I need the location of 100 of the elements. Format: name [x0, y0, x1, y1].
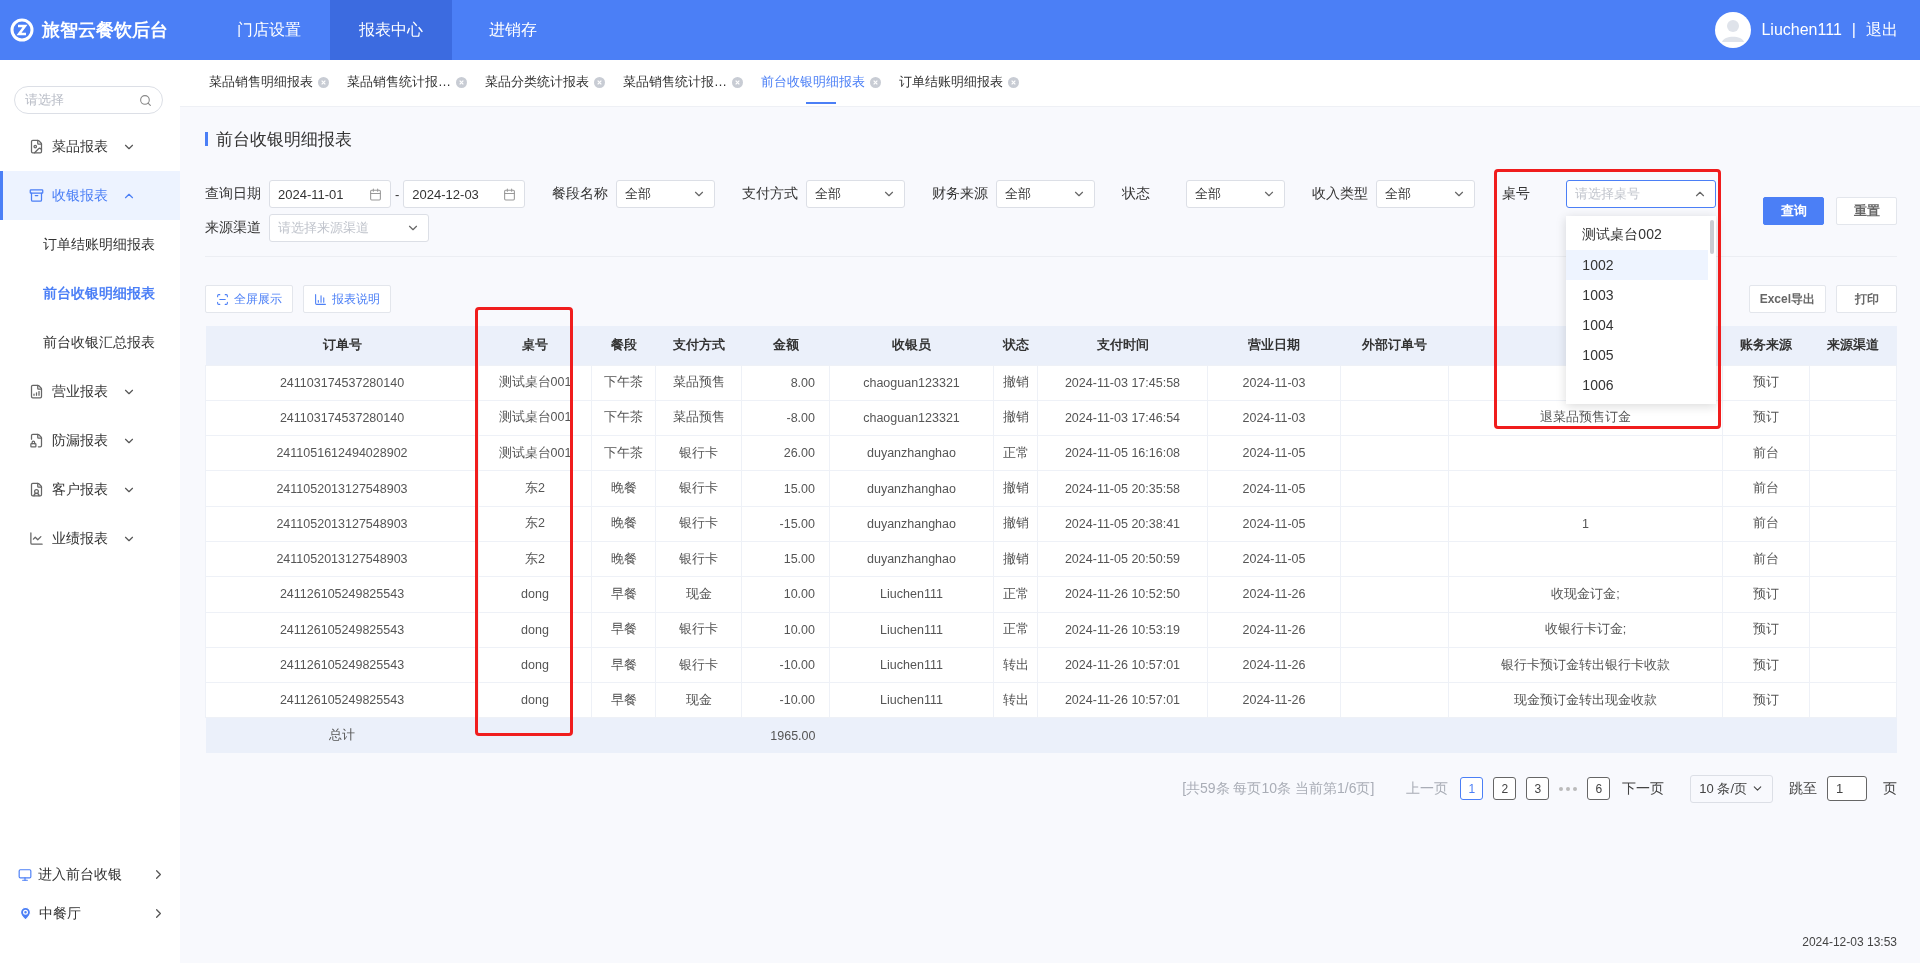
column-header: 金额 [741, 326, 830, 365]
page-button[interactable]: 6 [1587, 777, 1611, 801]
table-cell: 2024-11-26 10:57:01 [1037, 682, 1208, 718]
table-cell: 前台 [1722, 435, 1810, 471]
table-cell: 2024-11-26 10:53:19 [1037, 612, 1208, 648]
sidebar-item[interactable]: 业绩报表 [0, 514, 180, 563]
query-button[interactable]: 查询 [1763, 197, 1824, 225]
column-header: 外部订单号 [1340, 326, 1449, 365]
scan-icon [216, 292, 229, 306]
table-cell: Liuchen111 [829, 647, 994, 683]
table-cell: 现金预订金转出现金收款 [1448, 682, 1723, 718]
filter-label: 桌号 [1502, 185, 1532, 203]
table-cell: 预订 [1722, 612, 1810, 648]
table-cell: 26.00 [741, 435, 830, 471]
table-cell: 预订 [1722, 400, 1810, 436]
table-cell: 预订 [1722, 365, 1810, 401]
table-cell: 撤销 [993, 470, 1038, 507]
logout-link[interactable]: 退出 [1866, 19, 1898, 41]
sidebar-link[interactable]: 进入前台收银 [0, 855, 180, 894]
close-icon[interactable] [318, 76, 329, 88]
sidebar-item[interactable]: 客户报表 [0, 465, 180, 514]
sidebar-item[interactable]: 营业报表 [0, 367, 180, 416]
table-cell: 银行卡 [655, 612, 742, 648]
table-cell: 前台 [1722, 506, 1810, 542]
table-cell: 银行卡 [655, 647, 742, 683]
page-tab[interactable]: 前台收银明细报表 [761, 60, 881, 106]
close-icon[interactable] [594, 76, 605, 88]
select-field[interactable]: 全部 [996, 180, 1096, 208]
table-cell: 2024-11-26 10:52:50 [1037, 576, 1208, 613]
table-cell: 1 [1448, 506, 1723, 542]
sidebar-subitem[interactable]: 订单结账明细报表 [0, 220, 180, 269]
table-cell: 2024-11-05 16:16:08 [1037, 435, 1208, 471]
report-info-button[interactable]: 报表说明 [303, 285, 391, 313]
print-button[interactable]: 打印 [1836, 285, 1897, 313]
table-cell: 2411052013127548903 [205, 541, 479, 577]
fullscreen-button[interactable]: 全屏展示 [205, 285, 293, 313]
page-tab[interactable]: 菜品销售统计报… [347, 60, 467, 106]
page-input[interactable]: 1 [1827, 776, 1867, 802]
column-header: 桌号 [478, 326, 592, 365]
close-icon[interactable] [870, 76, 881, 88]
reset-button[interactable]: 重置 [1836, 197, 1897, 225]
page-button[interactable]: 1 [1460, 777, 1484, 801]
table-cell: 2024-11-26 [1207, 647, 1341, 683]
table-cell: 早餐 [591, 576, 656, 613]
select-field[interactable]: 全部 [806, 180, 906, 208]
jump-label: 跳至 [1789, 779, 1817, 798]
start-date-field[interactable]: 2024-11-01 [269, 180, 391, 208]
column-header: 餐段 [591, 326, 656, 365]
page-tab[interactable]: 菜品销售统计报… [623, 60, 743, 106]
export-button[interactable]: Excel导出 [1748, 285, 1826, 313]
page-button[interactable]: 2 [1493, 777, 1517, 801]
sidebar-subitem[interactable]: 前台收银明细报表 [0, 269, 180, 318]
table-cell: 下午茶 [591, 365, 656, 401]
table-cell: 预订 [1722, 576, 1810, 613]
dropdown-option[interactable]: 1002 [1566, 250, 1709, 280]
sidebar-item[interactable]: 菜品报表 [0, 122, 180, 171]
sidebar-subitem[interactable]: 前台收银汇总报表 [0, 318, 180, 367]
page-button[interactable]: 3 [1526, 777, 1550, 801]
page-tab[interactable]: 菜品分类统计报表 [485, 60, 605, 106]
table-cell: chaoguan123321 [829, 400, 994, 436]
close-icon[interactable] [732, 76, 743, 88]
end-date-field[interactable]: 2024-12-03 [403, 180, 526, 208]
avatar[interactable] [1715, 12, 1752, 48]
select-field[interactable]: 全部 [1376, 180, 1476, 208]
table-cell: 晚餐 [591, 541, 656, 577]
calendar-icon [369, 187, 382, 201]
table-cell: duyanzhanghao [829, 541, 994, 577]
table-cell: 241126105249825543 [205, 647, 479, 683]
close-icon[interactable] [456, 76, 467, 88]
page-tab[interactable]: 菜品销售明细报表 [209, 60, 329, 106]
chart-file-icon [29, 384, 44, 399]
user-name: Liuchen111 [1761, 21, 1842, 39]
close-icon[interactable] [1008, 76, 1019, 88]
page-tab[interactable]: 订单结账明细报表 [899, 60, 1019, 106]
scrollbar-thumb[interactable] [1710, 220, 1715, 254]
table-cell: Liuchen111 [829, 576, 994, 613]
table-cell: 正常 [993, 435, 1038, 471]
nav-tab[interactable]: 进销存 [452, 0, 574, 60]
page-size-select[interactable]: 10 条/页 [1690, 774, 1773, 803]
nav-tab[interactable]: 报表中心 [330, 0, 452, 60]
sidebar-item[interactable]: 防漏报表 [0, 416, 180, 465]
filter-label: 支付方式 [742, 185, 800, 203]
table-cell: 2024-11-05 20:50:59 [1037, 541, 1208, 577]
user-file-icon [29, 482, 44, 497]
box-icon [29, 188, 44, 203]
table-cell: 正常 [993, 612, 1038, 648]
sidebar-link[interactable]: 中餐厅 [0, 894, 180, 933]
next-page-link[interactable]: 下一页 [1622, 779, 1665, 798]
table-cell: 2411052013127548903 [205, 506, 479, 542]
table-cell: 2024-11-03 [1207, 400, 1341, 436]
column-header: 支付方式 [655, 326, 742, 365]
ellipsis-icon[interactable] [1559, 786, 1578, 791]
table-cell: 早餐 [591, 647, 656, 683]
select-field[interactable]: 全部 [1186, 180, 1286, 208]
select-field[interactable]: 全部 [616, 180, 716, 208]
table-cell: 撤销 [993, 400, 1038, 436]
nav-tab[interactable]: 门店设置 [208, 0, 330, 60]
table-cell: chaoguan123321 [829, 365, 994, 401]
filter-label: 来源渠道 [205, 219, 262, 237]
table-cell: 现金 [655, 682, 742, 718]
